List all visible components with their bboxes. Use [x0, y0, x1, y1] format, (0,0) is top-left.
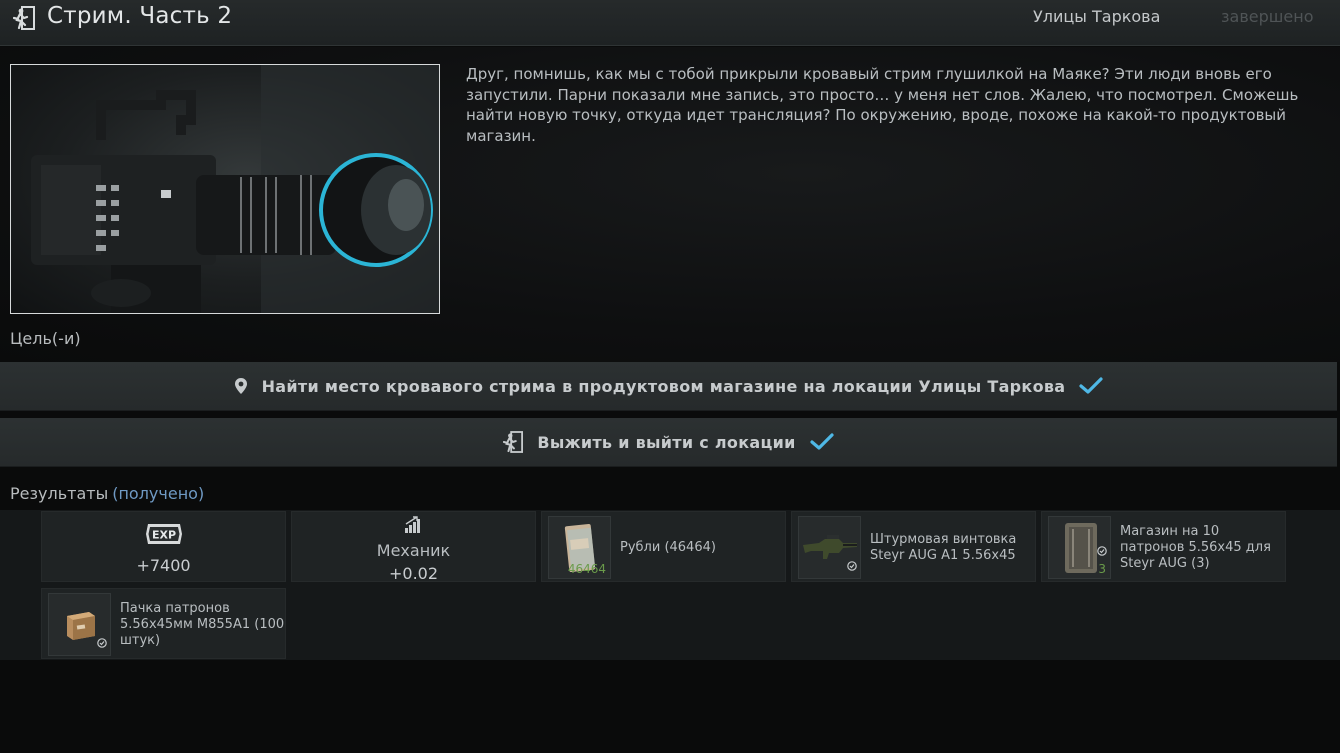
exit-icon [503, 431, 524, 453]
check-icon [1079, 377, 1104, 395]
rifle-icon [798, 516, 861, 579]
results-label: Результаты (получено) [10, 484, 204, 503]
objective-find-stream: Найти место кровавого стрима в продуктов… [0, 362, 1337, 411]
magazine-icon: 3 [1048, 516, 1111, 579]
objectives-label: Цель(-и) [10, 329, 81, 348]
quest-header: Стрим. Часть 2 Улицы Таркова завершено [0, 0, 1340, 46]
trader-standing-value: +0.02 [388, 564, 439, 583]
item-count: 3 [1098, 562, 1106, 576]
standing-up-icon [405, 516, 420, 533]
objective-text: Найти место кровавого стрима в продуктов… [261, 376, 1066, 396]
location-pin-icon [234, 377, 248, 395]
exp-icon: EXP [146, 524, 182, 544]
item-count: 46464 [567, 562, 606, 576]
reward-exp[interactable]: EXP +7400 [41, 511, 286, 582]
item-name: Магазин на 10 патронов 5.56x45 для Steyr… [1120, 523, 1271, 571]
found-in-raid-icon [97, 633, 107, 652]
found-in-raid-icon [847, 556, 857, 575]
exp-badge-text: EXP [152, 529, 176, 542]
exp-value: +7400 [136, 556, 191, 575]
results-status: (получено) [112, 484, 205, 503]
objective-survive-extract: Выжить и выйти с локации [0, 418, 1337, 467]
found-in-raid-icon [1097, 541, 1107, 560]
quest-image [10, 64, 440, 314]
quest-status: завершено [1221, 7, 1314, 26]
check-icon [810, 433, 834, 451]
reward-rifle[interactable]: Штурмовая винтовка Steyr AUG A1 5.56x45 [791, 511, 1036, 582]
item-name: Пачка патронов 5.56x45мм M855A1 (100 шту… [120, 600, 285, 648]
ammo-box-icon [48, 593, 111, 656]
reward-magazine[interactable]: 3 Магазин на 10 патронов 5.56x45 для Ste… [1041, 511, 1286, 582]
item-name: Штурмовая винтовка Steyr AUG A1 5.56x45 [870, 531, 1017, 563]
item-name: Рубли (46464) [620, 539, 716, 555]
quest-description: Друг, помнишь, как мы с тобой прикрыли к… [466, 65, 1299, 145]
quest-location: Улицы Таркова [1033, 7, 1161, 26]
exit-icon [13, 6, 35, 30]
results-title: Результаты [10, 484, 109, 503]
camera-icon [31, 65, 439, 313]
rubles-icon: 46464 [548, 516, 611, 579]
reward-ammo-box[interactable]: Пачка патронов 5.56x45мм M855A1 (100 шту… [41, 588, 286, 659]
objective-text: Выжить и выйти с локации [537, 432, 796, 452]
reward-rubles[interactable]: 46464 Рубли (46464) [541, 511, 786, 582]
trader-name: Механик [376, 541, 451, 560]
quest-title: Стрим. Часть 2 [47, 3, 233, 29]
reward-trader-standing[interactable]: Механик +0.02 [291, 511, 536, 583]
